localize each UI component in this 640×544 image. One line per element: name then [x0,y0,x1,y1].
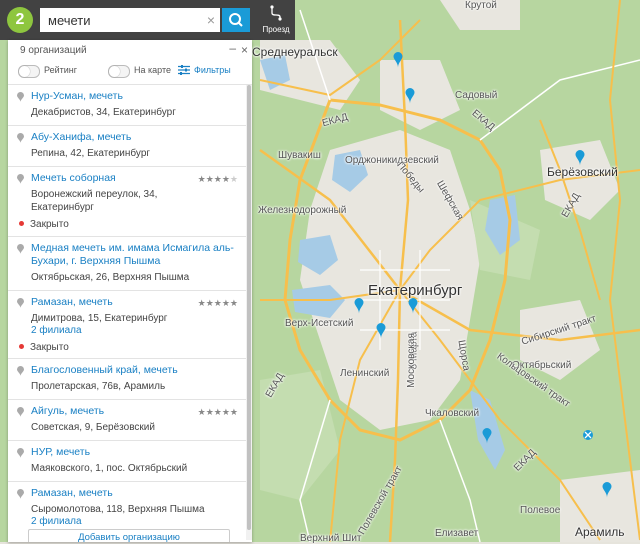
route-button[interactable]: Проезд [258,3,294,37]
result-item[interactable]: Нур-Усман, мечеть Декабристов, 34, Екате… [8,85,246,126]
mosque-pin-marker[interactable] [393,52,403,68]
mosque-pin-marker[interactable] [376,323,386,339]
result-address: Октябрьская, 26, Верхняя Пышма [31,272,190,283]
filters-bar: Рейтинг На карте Фильтры [8,60,252,85]
search-input[interactable] [40,8,220,32]
result-name[interactable]: Рамазан, мечеть [31,487,238,500]
result-item[interactable]: Рамазан, мечеть ★★★★★ Димитрова, 15, Ека… [8,291,246,359]
logo-icon[interactable]: 2 [7,7,33,33]
mosque-pin-marker[interactable] [602,482,612,498]
result-address: Пролетарская, 76в, Арамиль [31,381,166,392]
map-label-sadoviy: Садовый [455,90,498,101]
result-address: Советская, 9, Берёзовский [31,422,155,433]
pin-icon [17,489,24,499]
result-item[interactable]: Айгуль, мечеть ★★★★★ Советская, 9, Берёз… [8,400,246,441]
results-count: 9 организаций [20,45,87,56]
result-name[interactable]: Нур-Усман, мечеть [31,90,238,103]
status-closed: Закрыто [30,341,238,354]
result-name[interactable]: Медная мечеть им. имама Исмагила аль-Бух… [31,242,238,268]
map-label-moskovskaya: Московская [405,333,417,388]
scrollbar[interactable] [246,85,252,540]
map-label-leninsky: Ленинский [340,368,390,379]
pin-icon [17,448,24,458]
pin-icon [17,366,24,376]
result-address: Димитрова, 15, Екатеринбург [31,313,168,324]
map-label-verhny-shit: Верхний Шит [300,533,362,544]
pin-icon [17,133,24,143]
results-header: 9 организаций – × [8,40,252,60]
route-icon [270,5,282,21]
rating-toggle[interactable] [18,65,40,78]
result-item[interactable]: НУР, мечеть Маяковского, 1, пос. Октябрь… [8,441,246,482]
route-label: Проезд [262,25,290,34]
results-panel: 9 организаций – × Рейтинг На карте Фильт… [8,40,252,542]
on-map-toggle-label: На карте [134,65,171,75]
rating-stars: ★★★★★ [197,298,238,308]
filters-link[interactable]: Фильтры [194,65,231,75]
branches-link[interactable]: 2 филиала [31,516,238,528]
results-list: Нур-Усман, мечеть Декабристов, 34, Екате… [8,85,246,534]
map-label-sredneuralsk: Среднеуральск [252,45,338,59]
search-button[interactable] [222,8,250,32]
rating-stars: ★★★★★ [197,174,238,184]
rating-stars: ★★★★★ [197,407,238,417]
mosque-pin-marker[interactable] [354,298,364,314]
map-label-ekaterinburg: Екатеринбург [368,282,463,299]
map-label-aramil: Арамиль [575,525,625,539]
map-label-krutoy: Крутой [465,0,497,11]
map-label-verh-isetsky: Верх-Исетский [285,318,354,329]
mosque-pin-marker[interactable] [575,150,585,166]
mosque-pin-marker[interactable] [482,428,492,444]
result-item[interactable]: Медная мечеть им. имама Исмагила аль-Бух… [8,237,246,291]
close-panel-button[interactable]: × [241,43,248,57]
map-label-zheleznodorozhny: Железнодорожный [258,205,347,216]
map-label-berezovsky: Берёзовский [547,165,618,179]
result-address: Репина, 42, Екатеринбург [31,148,151,159]
result-item[interactable]: Абу-Ханифа, мечеть Репина, 42, Екатеринб… [8,126,246,167]
pin-icon [17,407,24,417]
map-label-chkalovsky: Чкаловский [425,408,480,419]
result-address: Декабристов, 34, Екатеринбург [31,107,176,118]
result-address: Воронежский переулок, 34, Екатеринбург [31,189,158,213]
map-label-polevoe: Полевое [520,505,561,516]
scrollbar-thumb[interactable] [247,85,251,530]
pin-icon [17,92,24,102]
clear-search-button[interactable]: × [203,10,219,30]
pin-icon [17,244,24,254]
result-name[interactable]: НУР, мечеть [31,446,238,459]
add-organization-button[interactable]: Добавить организацию [28,529,230,542]
map-label-elizavet: Елизавет [435,528,479,539]
result-address: Маяковского, 1, пос. Октябрьский [31,463,188,474]
mosque-pin-marker[interactable] [405,88,415,104]
pin-icon [17,174,24,184]
top-bar: 2 × Проезд [0,0,295,40]
magnifier-icon [229,13,243,27]
branches-link[interactable]: 2 филиала [31,325,238,337]
mosque-pin-marker[interactable] [408,298,418,314]
rating-toggle-label: Рейтинг [44,65,78,75]
status-closed: Закрыто [30,218,238,231]
result-item[interactable]: Рамазан, мечеть Сыромолотова, 118, Верхн… [8,482,246,534]
result-item[interactable]: Благословенный край, мечеть Пролетарская… [8,359,246,400]
result-address: Сыромолотова, 118, Верхняя Пышма [31,504,205,515]
result-name[interactable]: Благословенный край, мечеть [31,364,238,377]
map-label-ordzhonikidzevsky: Орджоникидзевский [345,155,439,166]
minimize-button[interactable]: – [229,41,236,55]
pin-icon [17,298,24,308]
result-item[interactable]: Мечеть соборная ★★★★★ Воронежский переул… [8,167,246,237]
result-name[interactable]: Абу-Ханифа, мечеть [31,131,238,144]
on-map-toggle[interactable] [108,65,130,78]
close-icon: × [206,12,216,28]
filters-icon [178,65,190,75]
map-label-shuvakish: Шувакиш [278,150,321,161]
